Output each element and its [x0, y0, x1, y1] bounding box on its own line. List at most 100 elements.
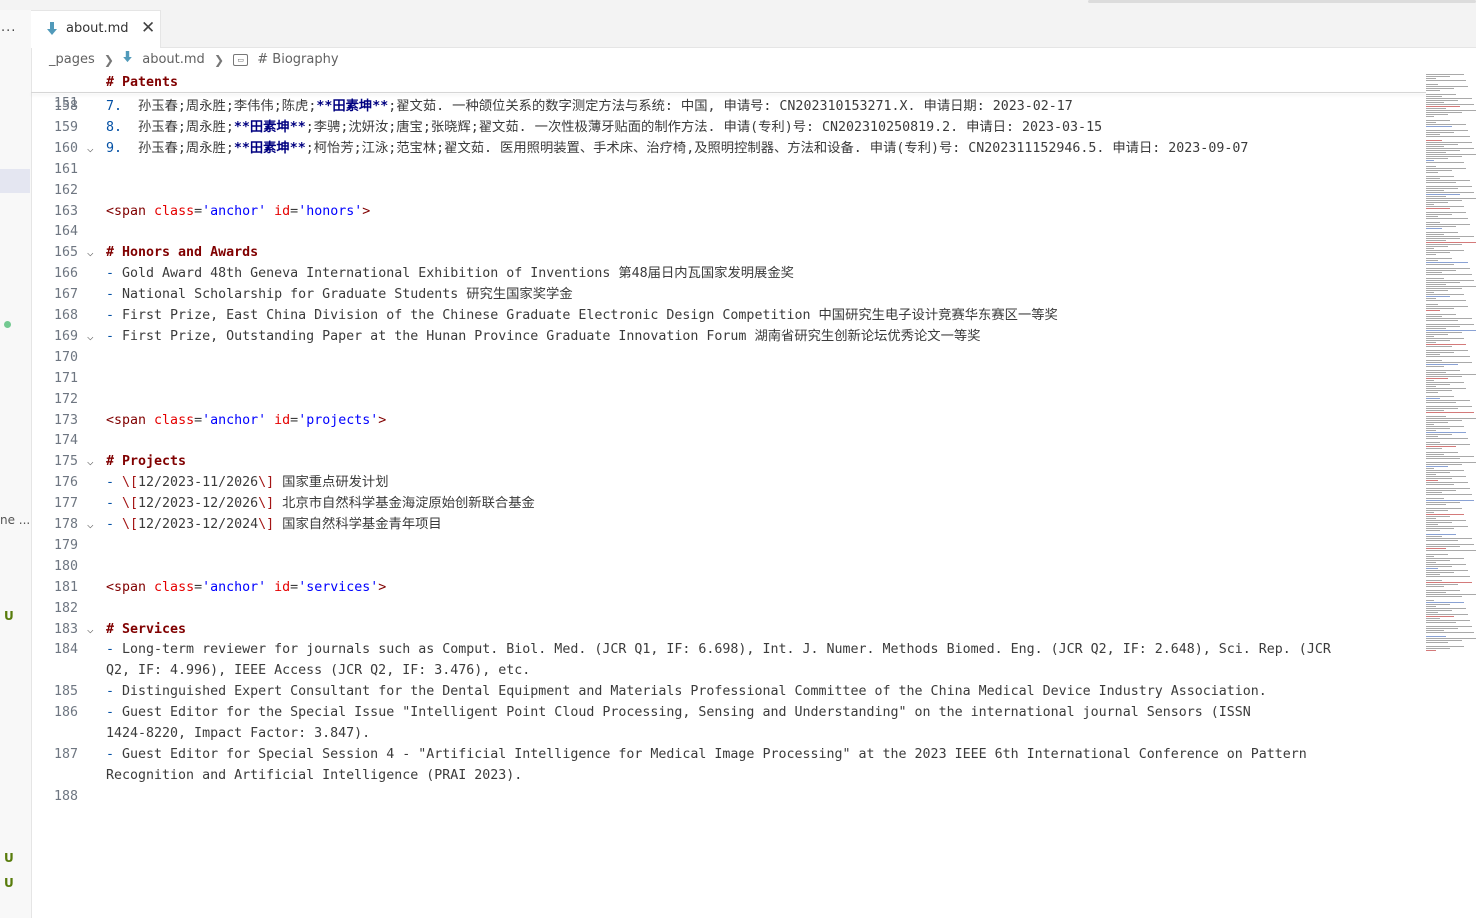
minimap-line	[1426, 618, 1440, 619]
minimap-line	[1426, 146, 1444, 147]
minimap-line	[1426, 548, 1446, 549]
minimap-line	[1426, 388, 1466, 389]
minimap-line	[1426, 84, 1438, 85]
minimap-line	[1426, 318, 1472, 319]
code-line[interactable]: 166 - Gold Award 48th Geneva Internationa…	[31, 263, 1421, 284]
token: >	[378, 412, 387, 428]
minimap-line	[1426, 622, 1456, 623]
code-line[interactable]: 183 ⌵ # Services	[31, 619, 1421, 640]
minimap[interactable]	[1424, 72, 1476, 672]
token: 孙玉春;周永胜;	[138, 119, 234, 135]
minimap-line	[1426, 196, 1446, 197]
breadcrumb-file[interactable]: about.md	[142, 52, 205, 67]
minimap-line	[1426, 278, 1444, 279]
minimap-line	[1426, 108, 1446, 109]
minimap-line	[1426, 584, 1458, 585]
code-line[interactable]: 159 8. 孙玉春;周永胜;**田素坤**;李骋;沈妍汝;唐宝;张晓辉;翟文茹.…	[31, 117, 1421, 138]
fold-chevron-icon[interactable]: ⌵	[87, 138, 94, 159]
code-line[interactable]: 167 - National Scholarship for Graduate S…	[31, 284, 1421, 305]
code-line[interactable]: 178 ⌵ - \[12/2023-12/2024\] 国家自然科学基金青年项目	[31, 514, 1421, 535]
line-number: 158	[53, 99, 78, 114]
minimap-line	[1426, 490, 1456, 491]
minimap-line	[1426, 458, 1460, 459]
fold-chevron-icon[interactable]: ⌵	[87, 326, 94, 347]
minimap-line	[1426, 410, 1444, 411]
breadcrumb-symbol[interactable]: # Biography	[257, 52, 338, 67]
code-line[interactable]: 165 ⌵ # Honors and Awards	[31, 242, 1421, 263]
code-line[interactable]: 188	[31, 786, 1421, 807]
tab-about-md[interactable]: about.md ✕	[31, 10, 161, 48]
token: id	[274, 412, 291, 428]
minimap-line	[1426, 224, 1470, 225]
minimap-line	[1426, 240, 1446, 241]
minimap-line	[1426, 546, 1460, 547]
minimap-line	[1426, 180, 1470, 181]
fold-chevron-icon[interactable]: ⌵	[87, 451, 94, 472]
code-line[interactable]: 182	[31, 598, 1421, 619]
code-line[interactable]: 158 7. 孙玉春;周永胜;李伟伟;陈虎;**田素坤**;翟文茹. 一种颌位关系…	[31, 96, 1421, 117]
code-line[interactable]: 161	[31, 159, 1421, 180]
sticky-scroll-shadow	[31, 92, 1426, 93]
minimap-line	[1426, 534, 1456, 535]
breadcrumb-folder[interactable]: _pages	[49, 52, 95, 67]
code-line[interactable]: 163 <span class='anchor' id='honors'>	[31, 201, 1421, 222]
minimap-line	[1426, 538, 1472, 539]
code-editor[interactable]: 151 # Patents 158 7. 孙玉春;周永胜;李伟伟;陈虎;**田素坤…	[31, 72, 1421, 918]
close-icon[interactable]: ✕	[141, 18, 155, 38]
code-line[interactable]: Recognition and Artificial Intelligence …	[31, 765, 1421, 786]
more-actions-icon[interactable]: ···	[1, 24, 16, 39]
code-line[interactable]: 164	[31, 221, 1421, 242]
minimap-line	[1426, 474, 1436, 475]
code-line[interactable]: Q2, IF: 4.996), IEEE Access (JCR Q2, IF:…	[31, 660, 1421, 681]
code-line[interactable]: 184 - Long-term reviewer for journals suc…	[31, 639, 1421, 660]
selected-explorer-item[interactable]	[0, 169, 30, 193]
code-line[interactable]: 160 ⌵ 9. 孙玉春;周永胜;**田素坤**;柯怡芳;江泳;范宝林;翟文茹. 医…	[31, 138, 1421, 159]
fold-chevron-icon[interactable]: ⌵	[87, 242, 94, 263]
minimap-line	[1426, 648, 1450, 649]
minimap-line	[1426, 436, 1438, 437]
code-line[interactable]: 175 ⌵ # Projects	[31, 451, 1421, 472]
code-line[interactable]: 172	[31, 389, 1421, 410]
minimap-line	[1426, 286, 1476, 287]
code-line[interactable]: 181 <span class='anchor' id='services'>	[31, 577, 1421, 598]
code-line[interactable]: 171	[31, 368, 1421, 389]
horizontal-scrollbar[interactable]	[1088, 0, 1476, 3]
code-line[interactable]: 185 - Distinguished Expert Consultant for…	[31, 681, 1421, 702]
minimap-line	[1426, 214, 1452, 215]
minimap-line	[1426, 592, 1446, 593]
minimap-line	[1426, 456, 1474, 457]
token: -	[106, 475, 123, 491]
untracked-badge: U	[4, 609, 14, 623]
sticky-scroll-line[interactable]: 151 # Patents	[31, 72, 1421, 111]
code-line[interactable]: 186 - Guest Editor for the Special Issue …	[31, 702, 1421, 723]
token: \]	[258, 475, 275, 491]
code-line[interactable]: 1424-8220, Impact Factor: 3.847).	[31, 723, 1421, 744]
minimap-line	[1426, 176, 1454, 177]
code-line[interactable]: 187 - Guest Editor for Special Session 4 …	[31, 744, 1421, 765]
code-line[interactable]: 176 - \[12/2023-11/2026\] 国家重点研发计划	[31, 472, 1421, 493]
line-number: 167	[53, 287, 78, 303]
fold-chevron-icon[interactable]: ⌵	[87, 514, 94, 535]
minimap-line	[1426, 504, 1446, 505]
truncated-file-name[interactable]: ne ...	[0, 513, 30, 527]
minimap-line	[1426, 152, 1446, 153]
code-line[interactable]: 170	[31, 347, 1421, 368]
modified-dot-icon	[4, 321, 11, 328]
code-line[interactable]: 168 - First Prize, East China Division of…	[31, 305, 1421, 326]
token: 国家重点研发计划	[274, 475, 389, 491]
code-line[interactable]: 179	[31, 535, 1421, 556]
minimap-line	[1426, 308, 1454, 309]
code-line[interactable]: 162	[31, 180, 1421, 201]
minimap-line	[1426, 378, 1448, 379]
minimap-line	[1426, 208, 1450, 209]
code-line[interactable]: 174	[31, 430, 1421, 451]
fold-chevron-icon[interactable]: ⌵	[87, 619, 94, 640]
code-line[interactable]: 173 <span class='anchor' id='projects'>	[31, 410, 1421, 431]
code-line[interactable]: 180	[31, 556, 1421, 577]
code-line[interactable]: 169 ⌵ - First Prize, Outstanding Paper at …	[31, 326, 1421, 347]
minimap-line	[1426, 468, 1434, 469]
token: =	[194, 579, 203, 595]
token: class	[154, 579, 195, 595]
code-line[interactable]: 177 - \[12/2023-12/2026\] 北京市自然科学基金海淀原始创新…	[31, 493, 1421, 514]
